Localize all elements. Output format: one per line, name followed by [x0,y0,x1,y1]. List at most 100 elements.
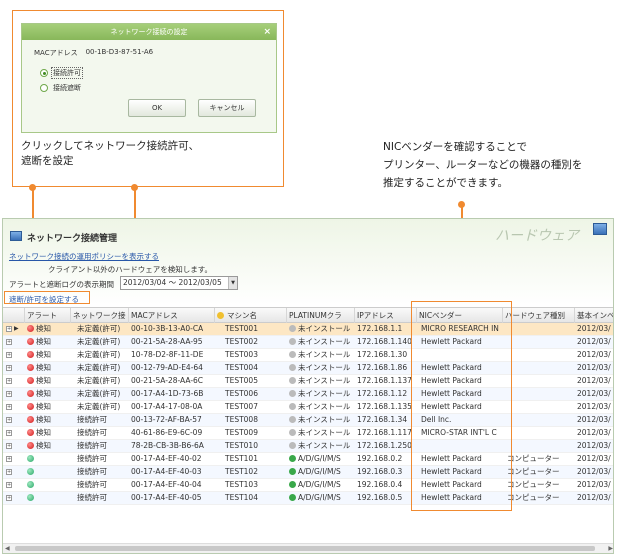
scroll-right-icon[interactable]: ▶ [608,544,613,553]
not-installed-icon [289,351,296,358]
col-machine-label: マシン名 [227,311,257,320]
cell-platinum: A/D/G/I/M/S [287,479,355,491]
cell-mac: 00-21-5A-28-AA-6C [131,376,204,385]
cell-ip: 172.168.1.12 [357,389,408,398]
cell-date: 2012/03/ [577,493,611,502]
col-machine[interactable]: マシン名 [215,308,287,323]
col-basic[interactable]: 基本インベ [575,308,613,323]
detect-description: クライアント以外のハードウェアを検知します。 [48,265,212,274]
col-alert[interactable]: アラート [25,308,71,323]
table-row[interactable]: + 検知 未定義(許可) 10-78-D2-8F-11-DE TEST003 未インストー… [3,349,613,362]
cell-status: 接続許可 [77,493,107,502]
alert-red-icon [27,416,34,423]
table-row[interactable]: + 検知 未定義(許可) 00-21-5A-28-AA-6C TEST005 未インストー… [3,375,613,388]
cancel-button[interactable]: キャンセル [198,99,256,117]
dropdown-arrow-icon[interactable]: ▼ [228,277,237,289]
cell-machine: TEST004 [225,363,258,372]
cell-hwtype [503,336,575,348]
radio-allow-label[interactable]: 接続許可 [51,67,83,79]
cell-platinum: 未インストール [287,323,355,335]
not-installed-icon [289,377,296,384]
cell-platinum-text: 未インストール [298,415,351,424]
expand-icon[interactable]: + [6,391,12,397]
cell-hwtype: コンピューター [507,454,560,463]
policy-link[interactable]: ネットワーク接続の運用ポリシーを表示する [9,251,159,262]
col-platinum[interactable]: PLATINUMクラ [287,308,355,323]
table-row[interactable]: + 検知 未定義(許可) 00-12-79-AD-E4-64 TEST004 未インストー… [3,362,613,375]
alert-red-icon [27,403,34,410]
cell-platinum: 未インストール [287,362,355,374]
col-ip[interactable]: IPアドレス [355,308,417,323]
scroll-thumb[interactable] [15,546,595,551]
highlight-set-link [4,291,90,304]
col-mac[interactable]: MACアドレス [129,308,215,323]
cell-status: 未定義(許可) [77,363,121,372]
table-row[interactable]: + 接続許可 00-17-A4-EF-40-02 TEST101 A/D/G/I/M/S… [3,453,613,466]
table-row[interactable]: + ▶ 検知 未定義(許可) 00-10-3B-13-A0-CA TEST001 未インスト… [3,323,613,336]
expand-icon[interactable]: + [6,326,12,332]
horizontal-scrollbar[interactable]: ◀ ▶ [3,543,613,553]
expand-icon[interactable]: + [6,339,12,345]
cell-hwtype [503,362,575,374]
col-network[interactable]: ネットワーク接 [71,308,129,323]
table-row[interactable]: + 検知 接続許可 00-13-72-AF-BA-57 TEST008 未インストール 17… [3,414,613,427]
cell-platinum: A/D/G/I/M/S [287,492,355,504]
cell-alert [25,492,71,504]
cell-hwtype [503,375,575,387]
radio-allow[interactable]: 接続許可 [40,67,276,79]
table-row[interactable]: + 検知 接続許可 78-2B-CB-3B-B6-6A TEST010 未インストール 17… [3,440,613,453]
close-icon[interactable]: × [263,24,271,40]
cell-mac: 00-17-A4-17-08-0A [131,402,203,411]
cell-date: 2012/03/ [577,415,611,424]
cell-platinum: 未インストール [287,414,355,426]
installed-icon [289,494,296,501]
table-row[interactable]: + 検知 未定義(許可) 00-17-A4-17-08-0A TEST007 未インストー… [3,401,613,414]
table-row[interactable]: + 検知 未定義(許可) 00-17-A4-1D-73-6B TEST006 未インストー… [3,388,613,401]
not-installed-icon [289,325,296,332]
expand-icon[interactable]: + [6,378,12,384]
expand-icon[interactable]: + [6,469,12,475]
scroll-left-icon[interactable]: ◀ [5,544,10,553]
radio-block-icon[interactable] [40,84,48,92]
cell-alert: 検知 [25,427,71,439]
cell-alert-text: 検知 [36,389,51,398]
cell-alert-text: 検知 [36,415,51,424]
expand-icon[interactable]: + [6,456,12,462]
cell-platinum-text: A/D/G/I/M/S [298,467,341,476]
expand-icon[interactable]: + [6,443,12,449]
cell-machine: TEST008 [225,415,258,424]
col-hwtype[interactable]: ハードウェア種別 [503,308,575,323]
period-select[interactable]: 2012/03/04 ～ 2012/03/05 ▼ [120,276,238,290]
cell-machine: TEST101 [225,454,258,463]
network-management-window: ネットワーク接続管理 ハードウェア ネットワーク接続の運用ポリシーを表示する ク… [2,218,614,554]
table-row[interactable]: + 接続許可 00-17-A4-EF-40-05 TEST104 A/D/G/I/M/S… [3,492,613,505]
table-row[interactable]: + 接続許可 00-17-A4-EF-40-04 TEST103 A/D/G/I/M/S… [3,479,613,492]
expand-icon[interactable]: + [6,430,12,436]
cell-ip: 172.168.1.34 [357,415,408,424]
cell-alert: 検知 [25,349,71,361]
cell-date: 2012/03/ [577,441,611,450]
expand-icon[interactable]: + [6,417,12,423]
cell-alert: 検知 [25,323,71,335]
radio-block-label[interactable]: 接続遮断 [51,82,83,94]
expand-icon[interactable]: + [6,482,12,488]
radio-allow-icon[interactable] [40,69,48,77]
radio-block[interactable]: 接続遮断 [40,82,276,94]
table-row[interactable]: + 検知 接続許可 40-61-86-E9-6C-09 TEST009 未インストール 17… [3,427,613,440]
cell-hwtype [503,401,575,413]
expand-icon[interactable]: + [6,495,12,501]
expand-icon[interactable]: + [6,365,12,371]
ok-button[interactable]: OK [128,99,186,117]
cell-mac: 00-17-A4-EF-40-02 [131,454,202,463]
cell-machine: TEST001 [225,324,258,333]
table-row[interactable]: + 検知 未定義(許可) 00-21-5A-28-AA-95 TEST002 未インストー… [3,336,613,349]
cell-alert [25,453,71,465]
cell-hwtype: コンピューター [507,467,560,476]
expand-icon[interactable]: + [6,352,12,358]
expand-icon[interactable]: + [6,404,12,410]
cell-mac: 00-17-A4-EF-40-04 [131,480,202,489]
cell-platinum-text: 未インストール [298,402,351,411]
installed-icon [289,481,296,488]
table-row[interactable]: + 接続許可 00-17-A4-EF-40-03 TEST102 A/D/G/I/M/S… [3,466,613,479]
section-title: ハードウェア [495,228,579,244]
